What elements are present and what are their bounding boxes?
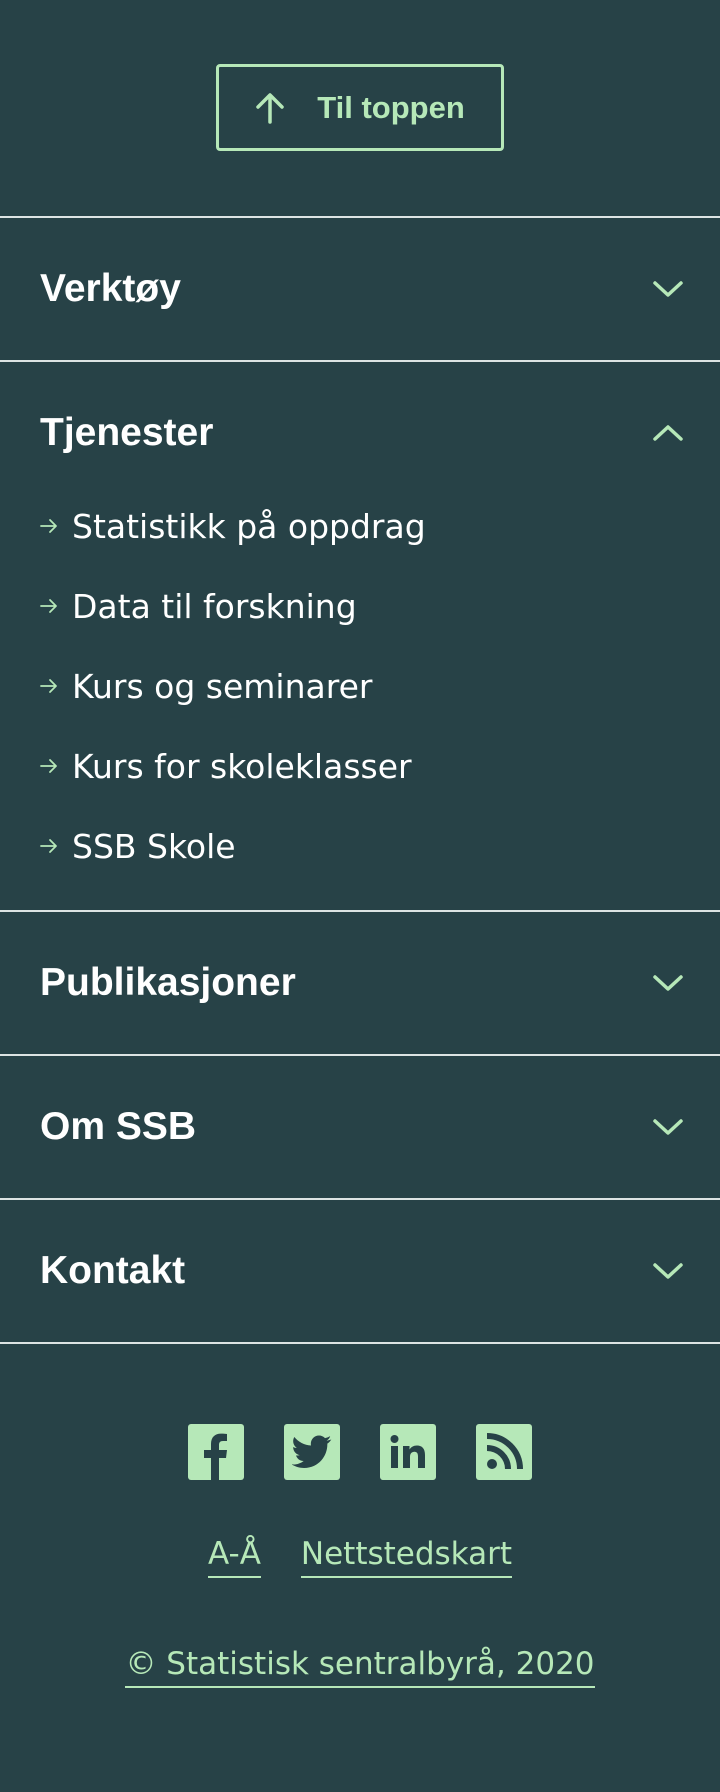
linkedin-icon[interactable] [380, 1424, 436, 1480]
arrow-right-icon [40, 518, 58, 534]
arrow-right-icon [40, 678, 58, 694]
link-data-til-forskning[interactable]: Data til forskning [40, 566, 680, 646]
link-kurs-for-skoleklasser[interactable]: Kurs for skoleklasser [40, 726, 680, 806]
link-label: Statistikk på oppdrag [72, 506, 426, 546]
section-om-ssb-header[interactable]: Om SSB [0, 1056, 720, 1198]
link-label: Kurs for skoleklasser [72, 746, 412, 786]
section-tjenester-header[interactable]: Tjenester [0, 362, 720, 504]
rss-icon[interactable] [476, 1424, 532, 1480]
section-title: Publikasjoner [40, 961, 296, 1004]
section-kontakt-header[interactable]: Kontakt [0, 1200, 720, 1342]
arrow-up-icon [255, 92, 285, 124]
copyright-link[interactable]: © Statistisk sentralbyrå, 2020 [125, 1646, 595, 1688]
to-top-label: Til toppen [317, 89, 465, 125]
chevron-up-icon [652, 423, 684, 443]
section-verktoy-header[interactable]: Verktøy [0, 218, 720, 360]
a-z-link[interactable]: A-Å [207, 1536, 261, 1578]
link-kurs-og-seminarer[interactable]: Kurs og seminarer [40, 646, 680, 726]
chevron-down-icon [652, 973, 684, 993]
link-label: SSB Skole [72, 826, 236, 866]
chevron-down-icon [652, 279, 684, 299]
section-title: Om SSB [40, 1105, 197, 1148]
section-title: Kontakt [40, 1249, 186, 1292]
arrow-right-icon [40, 758, 58, 774]
chevron-down-icon [652, 1117, 684, 1137]
sitemap-link[interactable]: Nettstedskart [300, 1536, 512, 1578]
chevron-down-icon [652, 1261, 684, 1281]
tjenester-links: Statistikk på oppdrag Data til forskning… [0, 486, 720, 910]
arrow-right-icon [40, 838, 58, 854]
footer-links: A-Å Nettstedskart [0, 1536, 720, 1578]
section-title: Tjenester [40, 411, 214, 454]
copyright: © Statistisk sentralbyrå, 2020 [0, 1646, 720, 1688]
to-top-button[interactable]: Til toppen [216, 64, 504, 151]
to-top-area: Til toppen [0, 0, 720, 216]
link-label: Kurs og seminarer [72, 666, 373, 706]
social-links [0, 1424, 720, 1480]
arrow-right-icon [40, 598, 58, 614]
twitter-icon[interactable] [284, 1424, 340, 1480]
section-title: Verktøy [40, 267, 181, 310]
link-label: Data til forskning [72, 586, 357, 626]
link-statistikk-pa-oppdrag[interactable]: Statistikk på oppdrag [40, 486, 680, 566]
facebook-icon[interactable] [188, 1424, 244, 1480]
divider [0, 1342, 720, 1344]
section-publikasjoner-header[interactable]: Publikasjoner [0, 912, 720, 1054]
link-ssb-skole[interactable]: SSB Skole [40, 806, 680, 886]
